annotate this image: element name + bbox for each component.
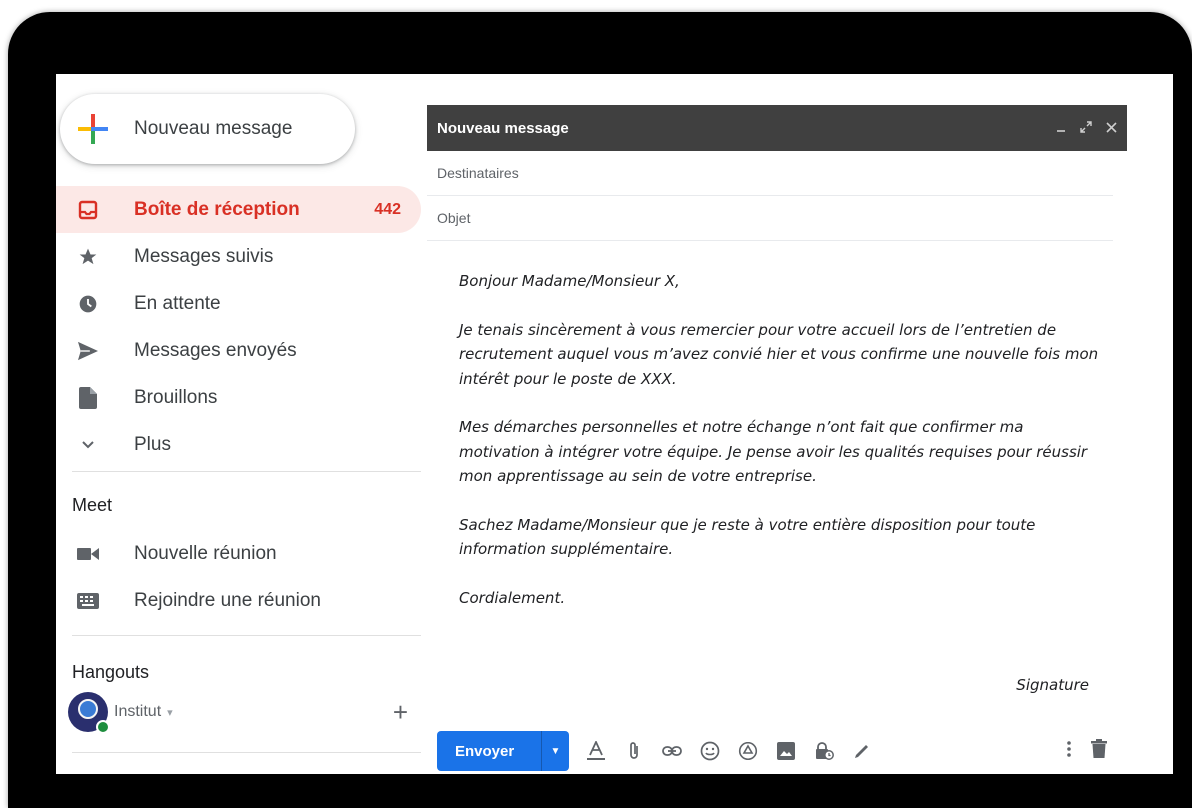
expand-icon[interactable] (1080, 120, 1092, 136)
body-paragraph: Cordialement. (459, 588, 566, 607)
keyboard-icon (76, 589, 100, 613)
image-icon[interactable] (775, 740, 797, 762)
close-icon[interactable] (1106, 120, 1117, 136)
sidebar-item-sent[interactable]: Messages envoyés (56, 327, 421, 374)
sidebar-item-label: En attente (134, 292, 221, 314)
sidebar-item-label: Plus (134, 433, 171, 455)
sidebar-item-starred[interactable]: Messages suivis (56, 233, 421, 280)
online-status-dot (96, 720, 110, 734)
hangouts-user-row[interactable]: Institut ▾ + (68, 692, 408, 734)
sidebar-item-drafts[interactable]: Brouillons (56, 374, 421, 421)
meet-new-meeting[interactable]: Nouvelle réunion (56, 532, 421, 576)
add-icon[interactable]: + (393, 697, 408, 728)
avatar (68, 692, 110, 734)
drive-icon[interactable] (737, 740, 759, 762)
meet-section-title: Meet (72, 495, 113, 515)
signature: Signature (1016, 676, 1089, 694)
compose-header: Nouveau message (427, 105, 1127, 151)
send-button-label: Envoyer (455, 742, 515, 760)
body-paragraph: Bonjour Madame/Monsieur X, (459, 272, 680, 290)
sidebar-divider (72, 635, 421, 636)
hangouts-section-title: Hangouts (72, 662, 150, 682)
sidebar-item-more[interactable]: Plus (56, 421, 421, 468)
video-icon (76, 542, 100, 566)
compose-title: Nouveau message (437, 119, 569, 137)
meet-item-label: Rejoindre une réunion (134, 590, 321, 611)
compose-button[interactable]: Nouveau message (60, 94, 355, 164)
sidebar-item-snoozed[interactable]: En attente (56, 280, 421, 327)
sidebar-item-inbox[interactable]: Boîte de réception 442 (56, 186, 421, 233)
subject-field[interactable]: Objet (427, 196, 1113, 241)
trash-icon[interactable] (1091, 739, 1107, 763)
body-paragraph: Sachez Madame/Monsieur que je reste à vo… (459, 515, 1036, 559)
sidebar: Nouveau message Boîte de réception 442 M… (56, 74, 421, 774)
caret-down-icon[interactable]: ▾ (167, 706, 173, 719)
signature-pen-icon[interactable] (851, 740, 873, 762)
body-paragraph: Mes démarches personnelles et notre écha… (459, 418, 1088, 485)
text-format-icon[interactable] (585, 740, 607, 762)
more-options-icon[interactable] (1067, 740, 1071, 763)
attachment-icon[interactable] (623, 740, 645, 762)
subject-placeholder: Objet (437, 210, 471, 226)
schedule-send-dropdown-icon[interactable]: ▼ (542, 746, 569, 757)
sidebar-divider (72, 752, 421, 753)
body-paragraph: Je tenais sincèrement à vous remercier p… (459, 320, 1099, 388)
file-icon (76, 386, 100, 410)
compose-button-label: Nouveau message (134, 118, 293, 139)
chevron-down-icon (76, 433, 100, 457)
sidebar-item-label: Boîte de réception (134, 198, 300, 220)
sidebar-item-label: Messages envoyés (134, 339, 297, 361)
hangouts-user-name: Institut (114, 703, 162, 720)
compose-toolbar: Envoyer ▼ (437, 729, 1117, 773)
star-icon (76, 245, 100, 269)
recipients-field[interactable]: Destinataires (427, 151, 1113, 196)
compose-plus-icon (78, 114, 108, 144)
confidential-mode-icon[interactable] (813, 740, 835, 762)
compose-window-controls (1056, 105, 1117, 151)
send-icon (76, 339, 100, 363)
sidebar-item-label: Brouillons (134, 386, 218, 408)
toolbar-right (1067, 729, 1107, 773)
compose-window: Nouveau message Destinataires Objet Bonj… (427, 105, 1127, 774)
message-body[interactable]: Bonjour Madame/Monsieur X, Je tenais sin… (459, 269, 1099, 634)
sidebar-item-label: Messages suivis (134, 245, 274, 267)
clock-icon (76, 292, 100, 316)
sidebar-divider (72, 471, 421, 472)
inbox-icon (76, 198, 100, 222)
minimize-icon[interactable] (1056, 120, 1066, 136)
link-icon[interactable] (661, 740, 683, 762)
sidebar-nav: Boîte de réception 442 Messages suivis E… (56, 186, 421, 468)
gmail-screen: Nouveau message Boîte de réception 442 M… (56, 74, 1173, 774)
meet-join-meeting[interactable]: Rejoindre une réunion (56, 579, 421, 623)
send-button[interactable]: Envoyer ▼ (437, 731, 569, 771)
recipients-placeholder: Destinataires (437, 165, 519, 181)
device-frame: Nouveau message Boîte de réception 442 M… (8, 12, 1192, 808)
meet-item-label: Nouvelle réunion (134, 543, 277, 564)
emoji-icon[interactable] (699, 740, 721, 762)
inbox-count-badge: 442 (374, 200, 401, 218)
